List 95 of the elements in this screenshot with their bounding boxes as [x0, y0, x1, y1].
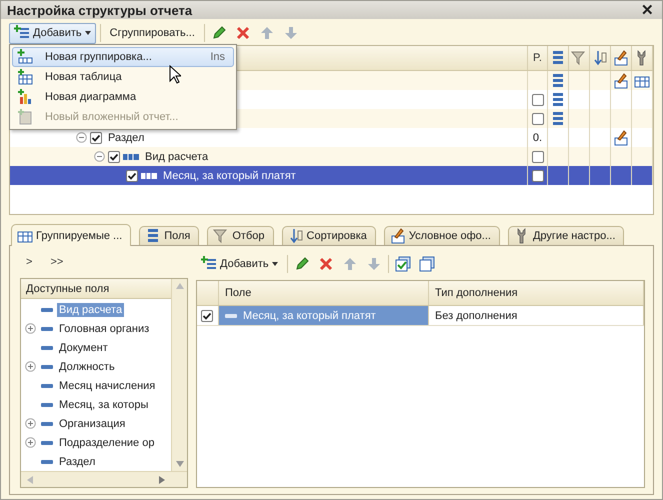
expand-icon[interactable]	[25, 418, 36, 429]
list-item[interactable]: Подразделение ор	[57, 436, 156, 450]
collapse-icon[interactable]	[94, 151, 105, 162]
caret-icon	[84, 31, 91, 35]
tab[interactable]: Сортировка	[282, 226, 376, 245]
field-icon	[40, 364, 52, 370]
add-list-icon	[201, 256, 217, 272]
checkbox[interactable]	[201, 310, 213, 322]
move-button[interactable]: >>	[44, 256, 70, 268]
table-cell: 0.	[532, 132, 542, 144]
expand-icon[interactable]	[25, 323, 36, 334]
pencil-icon	[210, 25, 227, 41]
checkbox[interactable]	[532, 112, 544, 124]
column-header: P.	[533, 52, 542, 64]
scrollbar[interactable]	[21, 471, 187, 487]
table-row[interactable]: Месяц, за который платят Без дополнения	[197, 306, 644, 326]
delete-icon	[234, 25, 251, 41]
field-icon	[40, 402, 52, 408]
row-label: Раздел	[108, 132, 144, 144]
checkbox[interactable]	[126, 170, 138, 182]
filter-icon	[571, 50, 587, 66]
row-label: Месяц, за который платят	[163, 170, 296, 182]
column-header: Тип дополнения	[435, 287, 518, 299]
scroll-right-icon[interactable]	[159, 476, 165, 484]
expand-icon[interactable]	[25, 361, 36, 372]
tab[interactable]: Другие настро...	[508, 226, 624, 245]
collapse-icon[interactable]	[76, 132, 87, 143]
checkbox[interactable]	[532, 94, 544, 106]
field-icon	[40, 458, 52, 464]
tree-row[interactable]: Месяц, за который платят	[10, 166, 653, 185]
checkbox[interactable]	[532, 150, 544, 162]
field-icon	[40, 326, 52, 332]
checkbox[interactable]	[532, 170, 544, 182]
grouping-icon	[141, 172, 157, 178]
list-item[interactable]: Раздел	[57, 454, 98, 468]
add-button[interactable]: Добавить	[9, 22, 96, 44]
pencil-icon	[294, 256, 310, 272]
field-icon	[40, 306, 52, 312]
table-cell: Месяц, за который платят	[243, 310, 376, 322]
mouse-cursor-icon	[169, 65, 181, 84]
field-icon	[225, 312, 237, 318]
document-icon	[17, 109, 33, 125]
list-item[interactable]: Организация	[57, 416, 128, 430]
up-arrow-icon	[258, 25, 275, 41]
checkbox[interactable]	[108, 150, 120, 162]
scrollbar[interactable]	[171, 279, 187, 471]
uncheck-all-button[interactable]	[416, 254, 437, 274]
sort-icon	[288, 228, 304, 244]
field-icon	[40, 420, 52, 426]
table-cell: Без дополнения	[435, 310, 518, 322]
menu-item[interactable]: Новая группировка... Ins	[12, 47, 234, 67]
tree-row[interactable]: Вид расчета	[10, 147, 653, 166]
caret-icon	[272, 262, 278, 266]
field-icon	[40, 344, 52, 350]
menu-item[interactable]: Новая диаграмма	[12, 87, 234, 107]
group-button[interactable]: Сгруппировать...	[104, 22, 200, 44]
uncheck-all-icon	[418, 256, 435, 272]
tab[interactable]: Условное офо...	[384, 226, 500, 245]
add-button[interactable]: Добавить	[196, 254, 283, 274]
tab[interactable]: Отбор	[207, 226, 274, 245]
list-item[interactable]: Документ	[57, 340, 110, 354]
tab[interactable]: Группируемые ...	[11, 224, 132, 246]
brush-icon	[613, 50, 629, 66]
check-all-button[interactable]	[392, 254, 413, 274]
field-icon	[40, 440, 52, 446]
menu-item[interactable]: Новая таблица	[12, 67, 234, 87]
move-button[interactable]: >	[20, 256, 38, 268]
list-item[interactable]: Головная организ	[57, 322, 152, 336]
add-list-icon	[14, 25, 30, 41]
scroll-down-icon[interactable]	[176, 461, 184, 467]
list-icon	[550, 50, 566, 66]
down-arrow-icon	[366, 256, 382, 272]
list-item[interactable]: Месяц начисления	[57, 378, 158, 392]
up-arrow-icon	[342, 256, 358, 272]
tab[interactable]: Поля	[139, 226, 200, 245]
field-icon	[40, 382, 52, 388]
delete-icon	[318, 256, 334, 272]
grouping-icon	[123, 154, 139, 160]
row-label: Вид расчета	[145, 150, 208, 162]
expand-icon[interactable]	[25, 437, 36, 448]
checkbox[interactable]	[90, 132, 102, 144]
close-button[interactable]: ✕	[639, 1, 656, 19]
list-item[interactable]: Месяц, за которы	[57, 398, 150, 412]
check-all-icon	[394, 256, 411, 272]
table-icon	[17, 69, 33, 85]
list-item[interactable]: Должность	[57, 360, 117, 374]
brush-icon	[390, 228, 406, 244]
filter-icon	[213, 228, 230, 244]
column-header: Поле	[225, 287, 252, 299]
down-arrow-icon	[282, 25, 299, 41]
grouping-icon	[17, 49, 33, 65]
sort-icon	[592, 50, 608, 66]
window-title: Настройка структуры отчета	[7, 2, 192, 18]
chart-icon	[17, 89, 33, 105]
column-header: Доступные поля	[26, 282, 110, 294]
